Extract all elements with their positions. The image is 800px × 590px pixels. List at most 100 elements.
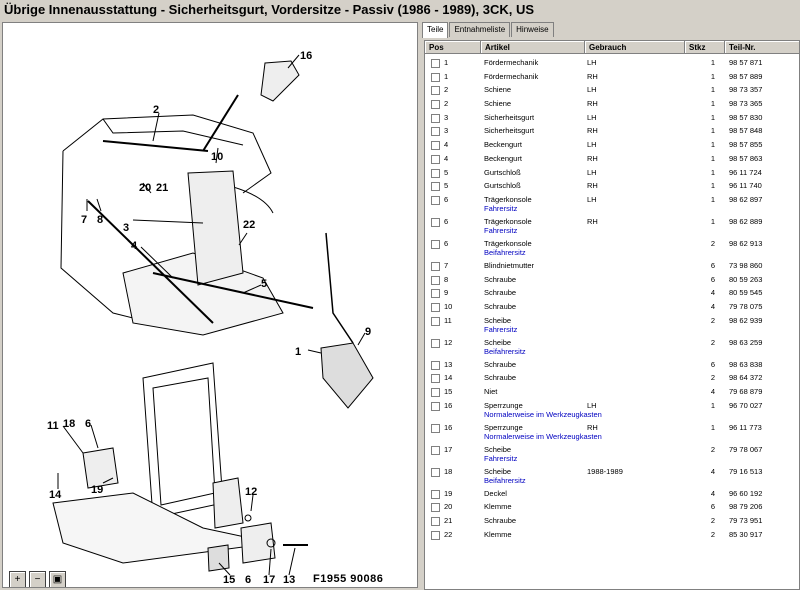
zoom-out-icon[interactable]: − — [29, 571, 46, 587]
table-row[interactable]: 20 Klemme 6 98 79 206 — [425, 500, 799, 514]
table-body: 1 Fördermechanik LH 1 98 57 871 1 Fördermechan… — [425, 56, 799, 542]
table-row[interactable]: 6 Trägerkonsole 2 98 62 913 Beifahrersitz — [425, 237, 799, 259]
row-checkbox[interactable] — [431, 86, 440, 96]
cell-stkz: 1 — [710, 422, 715, 432]
table-row[interactable]: 16 Sperrzunge RH 1 96 11 773 Normalerweise im… — [425, 421, 799, 443]
table-row[interactable]: 4 Beckengurt LH 1 98 57 855 — [425, 138, 799, 152]
table-row[interactable]: 8 Schraube 6 80 59 263 — [425, 273, 799, 287]
table-row[interactable]: 21 Schraube 2 79 73 951 — [425, 514, 799, 528]
row-checkbox[interactable] — [431, 113, 440, 123]
table-row[interactable]: 1 Fördermechanik RH 1 98 57 889 — [425, 70, 799, 84]
row-checkbox[interactable] — [431, 530, 440, 540]
cell-note: Fahrersitz — [484, 453, 518, 463]
table-row[interactable]: 4 Beckengurt RH 1 98 57 863 — [425, 152, 799, 166]
row-checkbox[interactable] — [431, 168, 440, 178]
row-checkbox[interactable] — [431, 261, 440, 271]
cell-teil-nr: 98 73 357 — [729, 85, 763, 95]
table-row[interactable]: 2 Schiene RH 1 98 73 365 — [425, 97, 799, 111]
row-checkbox[interactable] — [431, 401, 440, 411]
table-row[interactable]: 2 Schiene LH 1 98 73 357 — [425, 83, 799, 97]
table-row[interactable]: 5 Gurtschloß RH 1 96 11 740 — [425, 179, 799, 193]
row-checkbox[interactable] — [431, 195, 440, 205]
table-row[interactable]: 13 Schraube 6 98 63 838 — [425, 358, 799, 372]
cell-artikel: Klemme — [484, 529, 512, 539]
row-checkbox[interactable] — [431, 316, 440, 326]
cell-gebrauch: LH — [587, 58, 597, 67]
table-row[interactable]: 3 Sicherheitsgurt LH 1 98 57 830 — [425, 111, 799, 125]
row-checkbox[interactable] — [431, 388, 440, 397]
figure-label: F1955 90086 — [313, 573, 384, 585]
cell-pos: 8 — [444, 274, 449, 284]
row-checkbox[interactable] — [431, 445, 440, 455]
row-checkbox[interactable] — [431, 217, 440, 227]
row-checkbox[interactable] — [431, 275, 440, 285]
table-row[interactable]: 6 Trägerkonsole RH 1 98 62 889 Fahrersitz — [425, 215, 799, 237]
tab-entnahmeliste[interactable]: Entnahmeliste — [449, 22, 511, 37]
table-row[interactable]: 14 Schraube 2 98 64 372 — [425, 371, 799, 385]
row-checkbox[interactable] — [431, 374, 440, 384]
cell-stkz: 1 — [710, 126, 715, 136]
parts-panel: Teile Entnahmeliste Hinweise Pos Artikel… — [422, 22, 800, 590]
table-row[interactable]: 6 Trägerkonsole LH 1 98 62 897 Fahrersitz — [425, 193, 799, 215]
cell-stkz: 6 — [710, 274, 715, 284]
callout-15: 15 — [223, 574, 235, 586]
row-checkbox[interactable] — [431, 360, 440, 370]
table-row[interactable]: 18 Scheibe 1988-1989 4 79 16 513 Beifahrersit… — [425, 465, 799, 487]
table-row[interactable]: 3 Sicherheitsgurt RH 1 98 57 848 — [425, 124, 799, 138]
table-row[interactable]: 1 Fördermechanik LH 1 98 57 871 — [425, 56, 799, 70]
column-header-teil-nr[interactable]: Teil-Nr. — [725, 41, 799, 54]
fit-page-icon[interactable]: ▣ — [49, 571, 66, 587]
cell-artikel: Schraube — [484, 288, 517, 298]
column-header-pos[interactable]: Pos — [425, 41, 481, 54]
table-row[interactable]: 16 Sperrzunge LH 1 96 70 027 Normalerweise im… — [425, 399, 799, 421]
row-checkbox[interactable] — [431, 338, 440, 348]
tab-hinweise[interactable]: Hinweise — [511, 22, 554, 37]
column-header-gebrauch[interactable]: Gebrauch — [585, 41, 685, 54]
table-row[interactable]: 17 Scheibe 2 79 78 067 Fahrersitz — [425, 443, 799, 465]
row-checkbox[interactable] — [431, 100, 440, 110]
row-checkbox[interactable] — [431, 503, 440, 513]
table-row[interactable]: 19 Deckel 4 96 60 192 — [425, 487, 799, 501]
cell-pos: 7 — [444, 260, 449, 270]
table-row[interactable]: 5 Gurtschloß LH 1 96 11 724 — [425, 166, 799, 180]
cell-artikel: Scheibe — [484, 315, 512, 325]
table-row[interactable]: 12 Scheibe 2 98 63 259 Beifahrersitz — [425, 336, 799, 358]
table-row[interactable]: 11 Scheibe 2 98 62 939 Fahrersitz — [425, 314, 799, 336]
table-row[interactable]: 10 Schraube 4 79 78 075 — [425, 300, 799, 314]
row-checkbox[interactable] — [431, 289, 440, 299]
row-checkbox[interactable] — [431, 302, 440, 312]
column-header-stkz[interactable]: Stkz — [685, 41, 725, 54]
cell-pos: 11 — [444, 315, 452, 325]
callout-20: 20 — [139, 182, 151, 194]
cell-gebrauch: RH — [587, 422, 598, 432]
row-checkbox[interactable] — [431, 127, 440, 137]
row-checkbox[interactable] — [431, 182, 440, 192]
cell-stkz: 2 — [710, 529, 715, 539]
table-row[interactable]: 22 Klemme 2 85 30 917 — [425, 528, 799, 542]
cell-note: Normalerweise im Werkzeugkasten — [484, 409, 602, 419]
row-checkbox[interactable] — [431, 517, 440, 527]
cell-artikel: Schiene — [484, 99, 512, 109]
row-checkbox[interactable] — [431, 489, 440, 499]
cell-pos: 15 — [444, 387, 453, 396]
table-row[interactable]: 9 Schraube 4 80 59 545 — [425, 286, 799, 300]
row-checkbox[interactable] — [431, 141, 440, 151]
cell-gebrauch: 1988-1989 — [587, 466, 623, 476]
row-checkbox[interactable] — [431, 423, 440, 433]
column-header-artikel[interactable]: Artikel — [481, 41, 585, 54]
row-checkbox[interactable] — [431, 154, 440, 164]
row-checkbox[interactable] — [431, 72, 440, 82]
cell-pos: 22 — [444, 529, 453, 539]
tab-teile[interactable]: Teile — [422, 22, 449, 38]
cell-teil-nr: 79 78 067 — [729, 444, 763, 454]
table-row[interactable]: 7 Blindnietmutter 6 73 98 860 — [425, 259, 799, 273]
table-row[interactable]: 15 Niet 4 79 68 879 — [425, 385, 799, 399]
row-checkbox[interactable] — [431, 239, 440, 249]
zoom-in-icon[interactable]: + — [9, 571, 26, 587]
cell-teil-nr: 79 73 951 — [729, 516, 763, 526]
row-checkbox[interactable] — [431, 467, 440, 477]
cell-artikel: Beckengurt — [484, 140, 522, 150]
cell-teil-nr: 98 63 259 — [729, 337, 763, 347]
cell-artikel: Scheibe — [484, 337, 512, 347]
row-checkbox[interactable] — [431, 59, 440, 68]
